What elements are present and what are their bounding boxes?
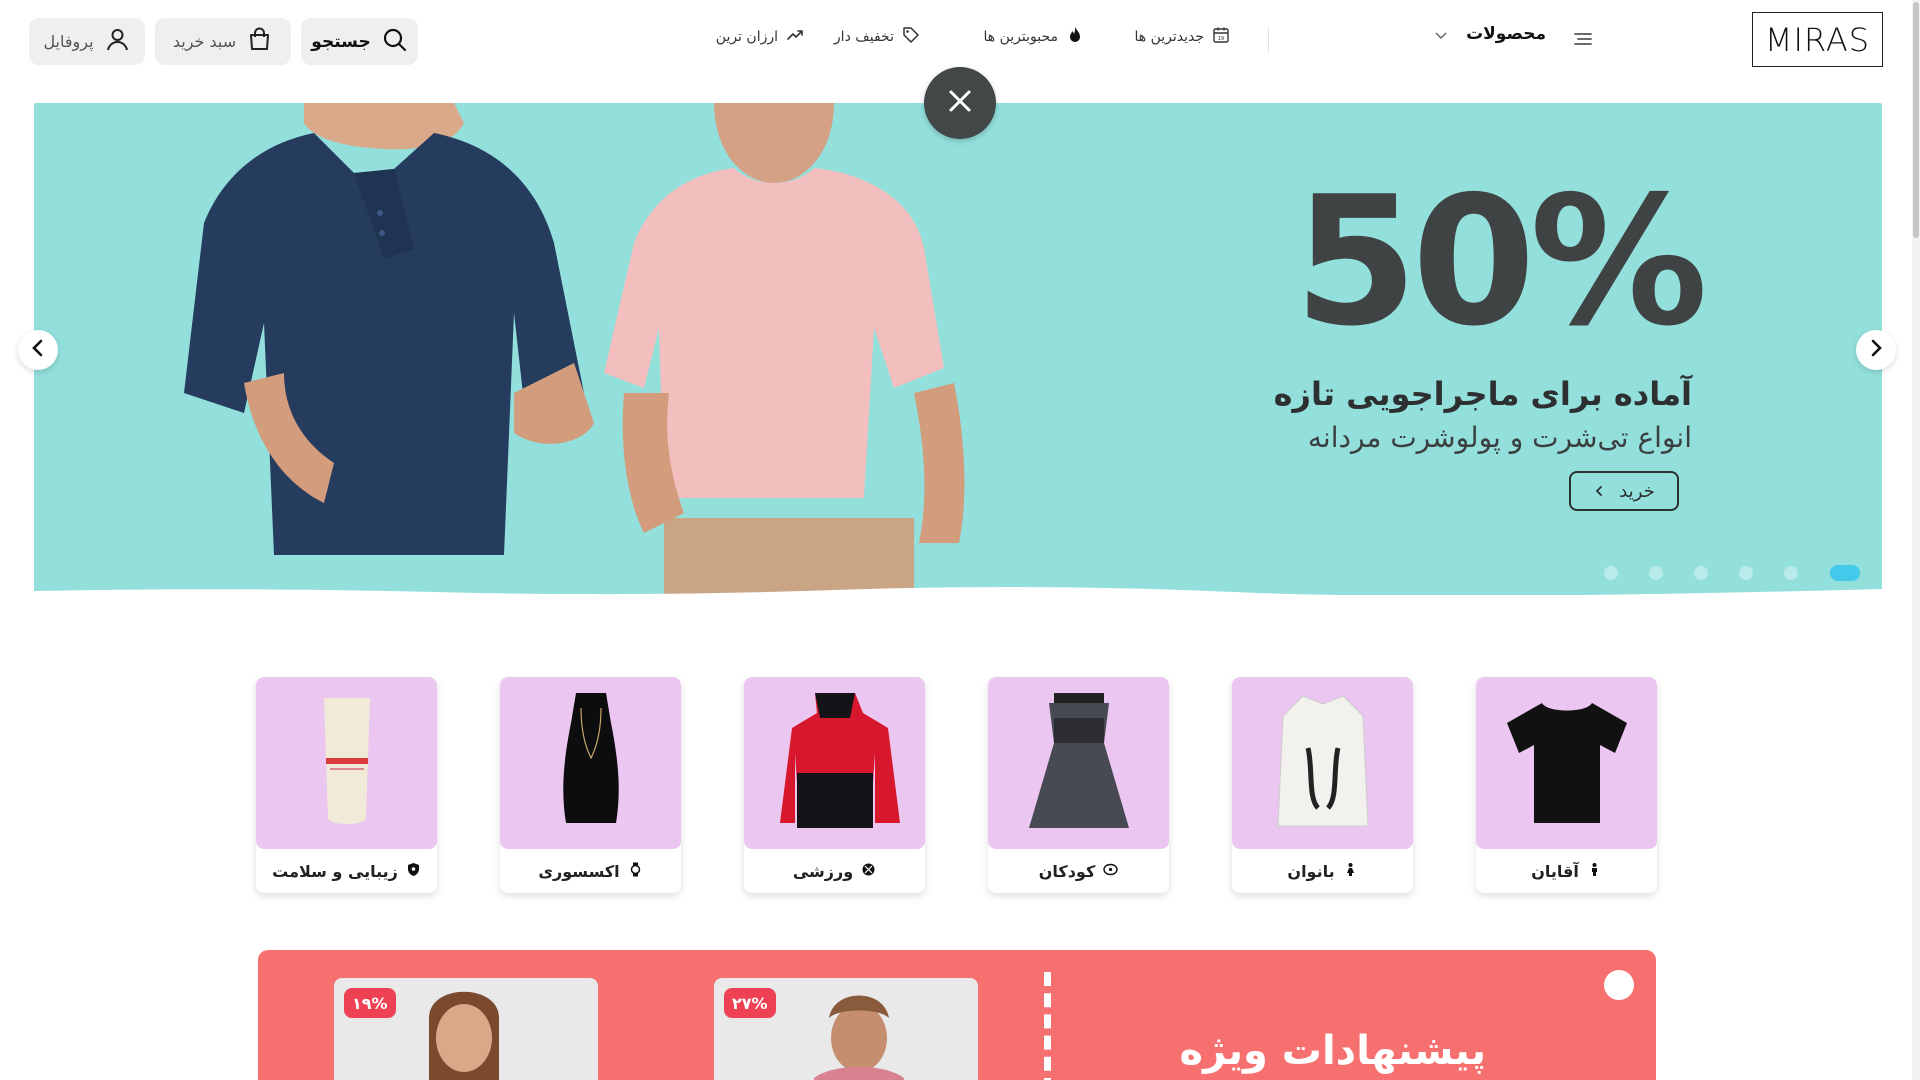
category-accessories-image (500, 677, 681, 849)
hero-model-navy-polo (184, 103, 594, 555)
fire-icon (1066, 26, 1084, 48)
hero-buy-button[interactable]: خرید (1569, 471, 1679, 511)
cart-button[interactable]: سبد خرید (155, 18, 291, 65)
trend-icon (786, 26, 804, 48)
category-kids[interactable]: کودکان (988, 677, 1169, 893)
nav-cheapest-label: ارزان ترین (715, 29, 778, 45)
offers-divider (1044, 972, 1051, 1080)
hero-subtitle: انواع تی‌شرت و پولوشرت مردانه (1307, 421, 1692, 454)
category-label: ورزشی (792, 861, 854, 881)
special-offers-section: پیشنهادات ویژه ۲۷% ۱۹% (258, 950, 1656, 1080)
nav-cheapest[interactable]: ارزان ترین (716, 26, 804, 48)
category-accessories[interactable]: اکسسوری (500, 677, 681, 893)
category-label: کودکان (1038, 861, 1096, 881)
hero-title: آماده برای ماجراجویی تازه (1273, 375, 1692, 413)
nav-popular-label: محبوبترین ها (983, 29, 1059, 45)
chevron-left-icon (1593, 481, 1605, 502)
shield-icon (406, 862, 421, 881)
chevron-left-icon (27, 337, 49, 363)
category-sports[interactable]: ورزشی (744, 677, 925, 893)
nav-newest[interactable]: جدیدترین ها 19 (1134, 26, 1230, 48)
offers-indicator (1604, 970, 1634, 1000)
profile-button[interactable]: پروفایل (29, 18, 145, 65)
offers-title: پیشنهادات ویژه (1179, 1028, 1486, 1074)
cart-label: سبد خرید (172, 32, 237, 51)
category-men[interactable]: آقایان (1476, 677, 1657, 893)
discount-badge: ۱۹% (344, 988, 396, 1018)
category-women-image (1232, 677, 1413, 849)
category-label: آقایان (1531, 861, 1579, 881)
discount-badge: ۲۷% (724, 988, 776, 1018)
slider-prev-button[interactable] (18, 330, 58, 370)
category-women[interactable]: بانوان (1232, 677, 1413, 893)
scrollbar-thumb[interactable] (1913, 2, 1919, 238)
nav-newest-label: جدیدترین ها (1134, 29, 1204, 45)
products-label: محصولات (1466, 24, 1546, 44)
slider-dot[interactable] (1739, 566, 1753, 580)
products-dropdown[interactable]: محصولات (1434, 24, 1546, 44)
menu-icon[interactable] (1572, 28, 1594, 50)
category-sports-image (744, 677, 925, 849)
search-label: جستجو (311, 31, 371, 52)
profile-label: پروفایل (43, 32, 94, 51)
page-scrollbar[interactable] (1912, 0, 1920, 1080)
hero-buy-label: خرید (1619, 480, 1655, 502)
category-men-image (1476, 677, 1657, 849)
site-logo[interactable]: MIRAS (1751, 12, 1884, 68)
slider-dot[interactable] (1604, 566, 1618, 580)
hero-discount: 50% (1293, 158, 1708, 365)
child-face-icon (1103, 862, 1118, 881)
tag-icon (902, 26, 920, 48)
hero-bottom-edge (34, 586, 1882, 595)
search-icon (381, 26, 408, 57)
nav-discounted-label: تخفیف دار (833, 29, 894, 45)
slider-dots (1573, 565, 1860, 581)
slider-dot-active[interactable] (1830, 565, 1860, 581)
offer-card[interactable]: ۲۷% (714, 978, 978, 1080)
male-icon (1587, 862, 1602, 881)
category-kids-image (988, 677, 1169, 849)
nav-divider (1268, 28, 1269, 52)
hero-model-pink-tee (604, 103, 965, 595)
svg-text:19: 19 (1218, 36, 1224, 42)
hero-slider[interactable]: 50% آماده برای ماجراجویی تازه انواع تی‌ش… (34, 103, 1882, 595)
calendar-icon: 19 (1212, 26, 1230, 48)
category-beauty-image (256, 677, 437, 849)
category-beauty-health[interactable]: زیبایی و سلامت (256, 677, 437, 893)
slider-dot[interactable] (1784, 566, 1798, 580)
slider-dot[interactable] (1649, 566, 1663, 580)
nav-discounted[interactable]: تخفیف دار (834, 26, 920, 48)
chevron-right-icon (1865, 337, 1887, 363)
shopping-bag-icon (246, 26, 273, 57)
offer-card[interactable]: ۱۹% (334, 978, 598, 1080)
ball-icon (861, 862, 876, 881)
nav-popular[interactable]: محبوبترین ها (984, 26, 1085, 48)
close-button[interactable] (924, 67, 996, 139)
search-button[interactable]: جستجو (301, 18, 418, 65)
category-label: زیبایی و سلامت (272, 861, 398, 881)
slider-next-button[interactable] (1856, 330, 1896, 370)
category-label: اکسسوری (538, 861, 620, 881)
chevron-down-icon (1434, 27, 1448, 41)
close-icon (945, 86, 975, 120)
female-icon (1343, 862, 1358, 881)
user-icon (104, 26, 131, 57)
category-label: بانوان (1287, 861, 1335, 881)
watch-icon (628, 862, 643, 881)
slider-dot[interactable] (1694, 566, 1708, 580)
